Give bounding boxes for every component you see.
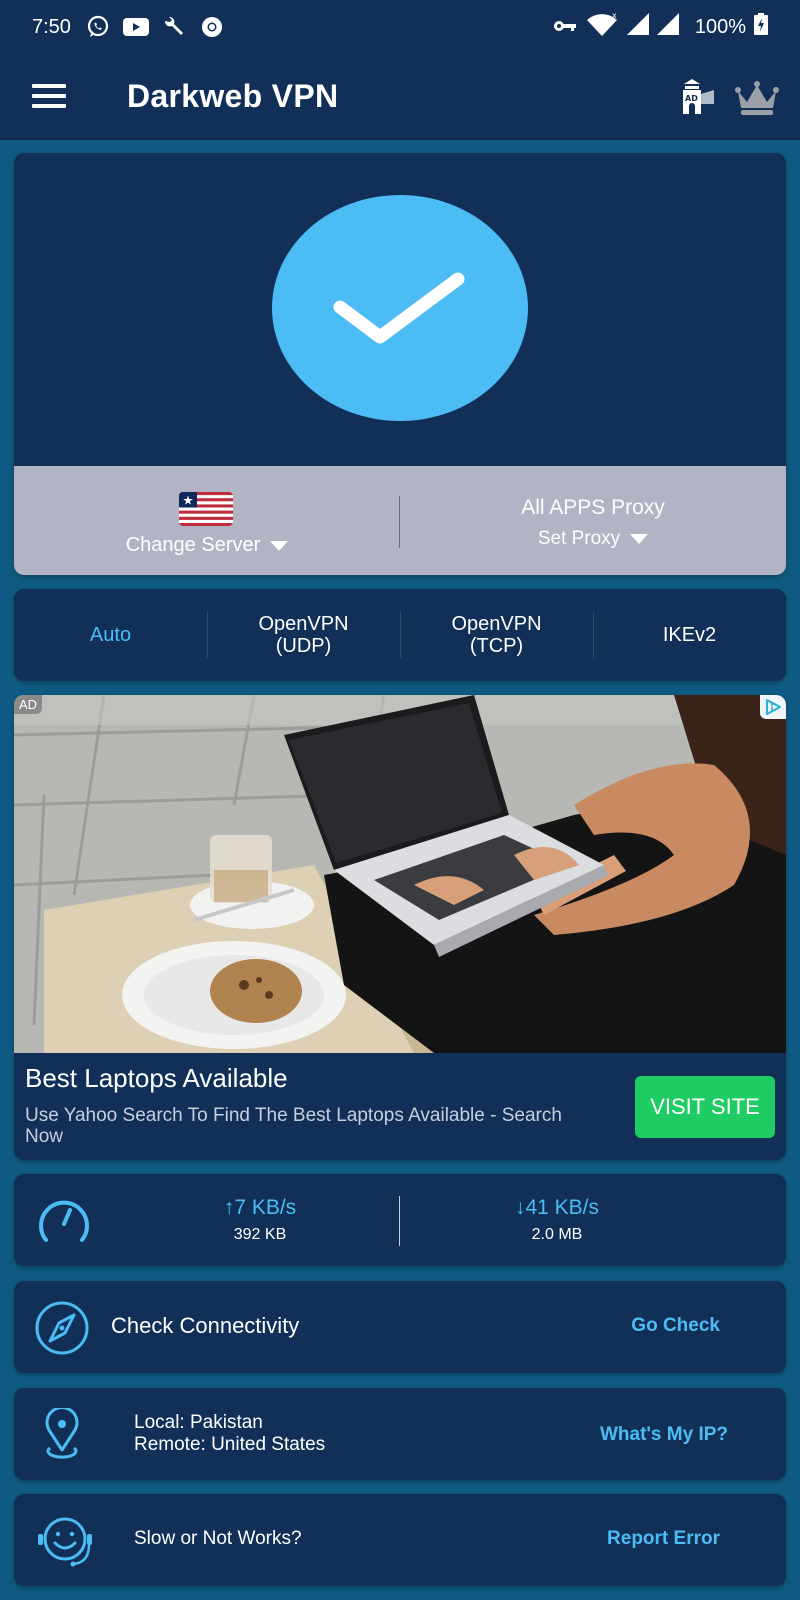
ad-description: Use Yahoo Search To Find The Best Laptop… [25, 1105, 562, 1147]
change-server-label: Change Server [14, 534, 400, 557]
checkmark-icon [333, 272, 465, 344]
location-info: Local: Pakistan Remote: United States [134, 1412, 325, 1456]
protocol-sublabel: (UDP) [275, 635, 332, 657]
protocol-label: IKEv2 [662, 624, 717, 646]
change-server-text: Change Server [125, 534, 261, 556]
chrome-icon [199, 16, 225, 38]
compass-icon [34, 1301, 90, 1355]
app-bar: Darkweb VPN AD [0, 54, 800, 140]
app-title: Darkweb VPN [127, 78, 339, 114]
change-server-button[interactable]: Change Server [14, 466, 400, 575]
whats-my-ip-button[interactable]: What's My IP? [600, 1424, 728, 1446]
local-location: Local: Pakistan [134, 1412, 263, 1433]
protocol-openvpn-tcp[interactable]: OpenVPN (TCP) [400, 589, 593, 681]
vpn-key-icon [553, 16, 577, 39]
connect-toggle-button[interactable] [272, 195, 528, 421]
set-proxy-text: Set Proxy [537, 528, 621, 549]
support-agent-icon [34, 1514, 92, 1568]
ad-card[interactable]: AD Best Laptops Available Use Yahoo Sear… [14, 695, 786, 1160]
status-time: 7:50 [32, 15, 71, 38]
download-rate: ↓41 KB/s [514, 1196, 600, 1219]
connection-status-area [14, 153, 786, 466]
remote-location: Remote: United States [134, 1434, 326, 1455]
upload-rate: ↑7 KB/s [223, 1196, 297, 1219]
ad-image[interactable]: AD [14, 695, 786, 1053]
wifi-icon: x [585, 11, 619, 42]
crown-icon[interactable] [735, 80, 779, 116]
speed-card: ↑7 KB/s 392 KB ↓41 KB/s 2.0 MB [14, 1174, 786, 1266]
check-connectivity-label: Check Connectivity [111, 1313, 300, 1338]
speed-divider [399, 1196, 400, 1246]
set-proxy-button[interactable]: All APPS Proxy Set Proxy [400, 466, 786, 575]
whatsapp-icon [85, 15, 111, 38]
upload-total: 392 KB [233, 1226, 287, 1243]
ad-block-tower-icon[interactable]: AD [680, 76, 718, 116]
download-total: 2.0 MB [531, 1226, 583, 1243]
dropdown-arrow-icon [270, 540, 289, 551]
go-check-button[interactable]: Go Check [631, 1315, 720, 1337]
svg-text:AD: AD [685, 94, 698, 103]
protocol-label: OpenVPN [451, 613, 542, 635]
dropdown-arrow-icon [630, 533, 649, 544]
proxy-title: All APPS Proxy [521, 496, 665, 519]
set-proxy-label: Set Proxy [400, 528, 786, 550]
ad-badge: AD [14, 695, 43, 714]
status-bar: 7:50 x 100% [0, 0, 800, 54]
location-pin-icon [34, 1406, 90, 1462]
protocol-selector: Auto OpenVPN (UDP) OpenVPN (TCP) IKEv2 [14, 589, 786, 681]
visit-site-button[interactable]: VISIT SITE [635, 1076, 775, 1138]
slow-or-not-works-label: Slow or Not Works? [134, 1528, 302, 1549]
server-proxy-panel: Change Server All APPS Proxy Set Proxy [14, 466, 786, 575]
speedometer-icon [36, 1196, 92, 1246]
hamburger-line [32, 94, 66, 98]
signal-icon [626, 13, 649, 41]
protocol-openvpn-udp[interactable]: OpenVPN (UDP) [207, 589, 400, 681]
protocol-label: Auto [89, 624, 132, 646]
report-error-card: Slow or Not Works? Report Error [14, 1494, 786, 1586]
svg-text:x: x [612, 12, 617, 20]
download-stats: ↓41 KB/s 2.0 MB [442, 1196, 672, 1244]
adchoices-icon[interactable] [760, 695, 786, 719]
hamburger-line [32, 84, 66, 88]
hamburger-line [32, 104, 66, 108]
check-connectivity-card: Check Connectivity Go Check [14, 1281, 786, 1373]
protocol-sublabel: (TCP) [469, 635, 524, 657]
protocol-ikev2[interactable]: IKEv2 [593, 589, 786, 681]
protocol-label: OpenVPN [258, 613, 349, 635]
connection-card: Change Server All APPS Proxy Set Proxy [14, 153, 786, 575]
battery-percent: 100% [694, 15, 746, 38]
ad-title: Best Laptops Available [25, 1063, 288, 1093]
wrench-icon [161, 16, 187, 38]
upload-stats: ↑7 KB/s 392 KB [145, 1196, 375, 1244]
battery-charging-icon [754, 13, 768, 41]
liberia-flag-icon [179, 492, 233, 526]
protocol-auto[interactable]: Auto [14, 589, 207, 681]
hamburger-menu-button[interactable] [32, 84, 66, 108]
youtube-icon [122, 16, 149, 38]
location-card: Local: Pakistan Remote: United States Wh… [14, 1388, 786, 1480]
signal-icon [656, 13, 679, 41]
report-error-button[interactable]: Report Error [607, 1528, 720, 1550]
